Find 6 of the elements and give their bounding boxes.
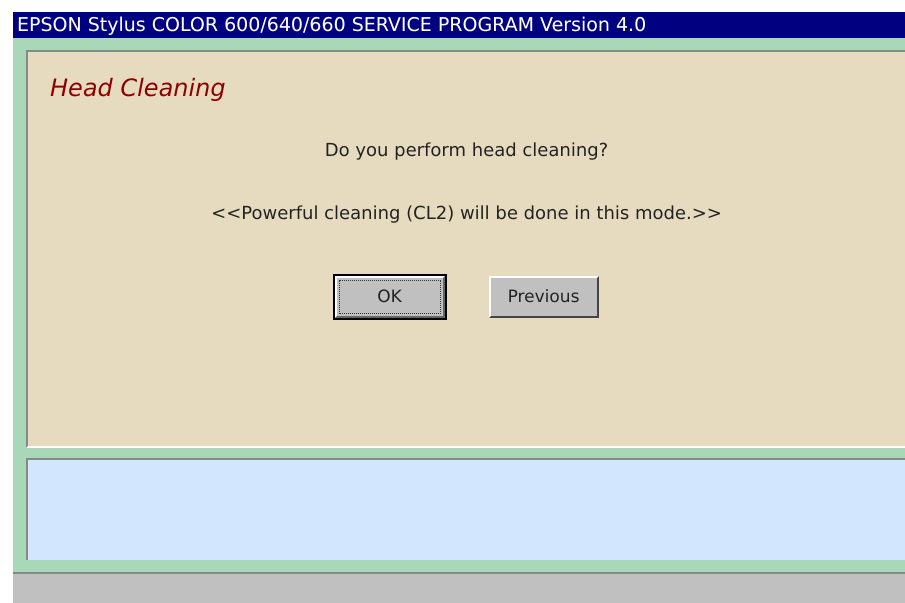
ok-button[interactable]: OK <box>334 276 444 318</box>
previous-button[interactable]: Previous <box>488 276 598 318</box>
window-title: EPSON Stylus COLOR 600/640/660 SERVICE PROGRAM Version 4.0 <box>13 12 905 38</box>
note-text: <<Powerful cleaning (CL2) will be done in this mode.>> <box>211 203 722 224</box>
question-text: Do you perform head cleaning? <box>324 140 608 161</box>
panel-heading: Head Cleaning <box>50 74 226 102</box>
